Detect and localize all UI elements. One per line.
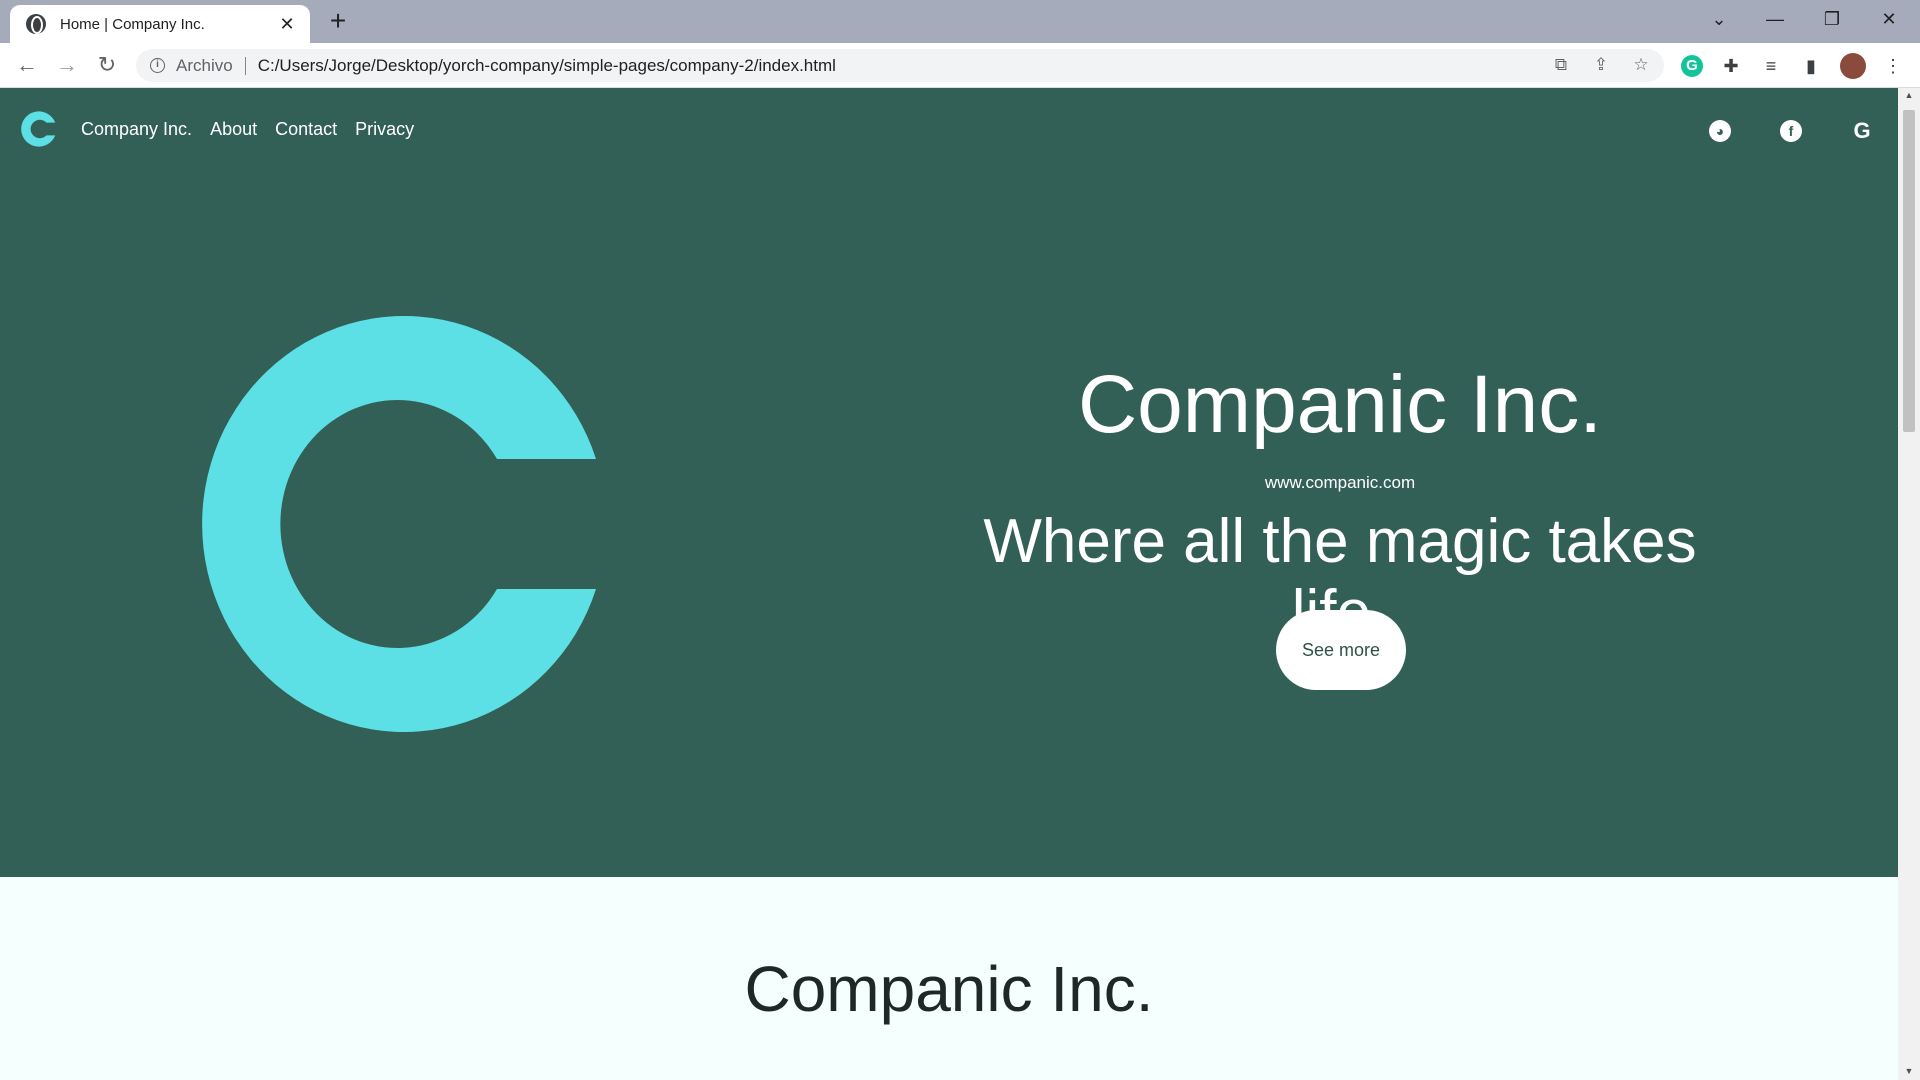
extensions-icon[interactable]: ✚ <box>1718 53 1744 79</box>
tab-title: Home | Company Inc. <box>60 15 205 33</box>
side-panel-icon[interactable]: ▮ <box>1798 53 1824 79</box>
address-bar[interactable]: i Archivo C:/Users/Jorge/Desktop/yorch-c… <box>136 49 1664 82</box>
reload-button[interactable]: ↻ <box>92 50 122 80</box>
page-scrollbar[interactable]: ▲ ▼ <box>1898 88 1920 1080</box>
info-icon[interactable]: i <box>150 58 165 73</box>
google-icon[interactable]: G <box>1851 120 1873 142</box>
company-logo[interactable] <box>20 108 60 150</box>
see-more-button[interactable]: See more <box>1276 610 1406 690</box>
scroll-up-icon[interactable]: ▲ <box>1903 90 1915 100</box>
translate-icon[interactable]: ⧉ <box>1550 54 1572 76</box>
globe-icon <box>26 14 46 34</box>
hero-url: www.companic.com <box>1264 473 1416 492</box>
new-tab-button[interactable]: + <box>324 7 352 36</box>
hero-logo <box>202 316 596 732</box>
forward-button[interactable]: → <box>52 50 82 80</box>
hero-section: Company Inc. About Contact Privacy ◕ f G… <box>0 88 1898 877</box>
nav-link-contact[interactable]: Contact <box>275 119 337 140</box>
url-text[interactable]: C:/Users/Jorge/Desktop/yorch-company/sim… <box>258 56 836 76</box>
reading-list-icon[interactable]: ≡ <box>1758 53 1784 79</box>
tab-strip: Home | Company Inc. ✕ + ⌄ — ❐ ✕ <box>0 0 1920 43</box>
restore-button[interactable]: ❐ <box>1809 4 1855 34</box>
bookmark-star-icon[interactable]: ☆ <box>1630 54 1652 76</box>
page-viewport: Company Inc. About Contact Privacy ◕ f G… <box>0 88 1898 1080</box>
github-icon[interactable]: ◕ <box>1709 120 1731 142</box>
nav-link-about[interactable]: About <box>210 119 257 140</box>
scroll-down-icon[interactable]: ▼ <box>1903 1066 1915 1076</box>
minimize-button[interactable]: — <box>1752 4 1798 34</box>
scroll-thumb[interactable] <box>1903 110 1915 432</box>
menu-icon[interactable]: ⋮ <box>1880 53 1906 79</box>
tab-search-icon[interactable]: ⌄ <box>1696 4 1742 34</box>
section-title: Companic Inc. <box>744 953 1154 1025</box>
nav-brand-link[interactable]: Company Inc. <box>81 119 192 140</box>
grammarly-icon[interactable]: G <box>1681 55 1703 77</box>
hero-title: Companic Inc. <box>1077 359 1603 450</box>
about-section: Companic Inc. <box>0 877 1898 1080</box>
scheme-label: Archivo <box>176 55 233 75</box>
profile-avatar[interactable] <box>1840 53 1866 79</box>
divider <box>244 56 246 75</box>
nav-link-privacy[interactable]: Privacy <box>355 119 414 140</box>
site-nav: Company Inc. About Contact Privacy <box>20 108 432 150</box>
browser-tab[interactable]: Home | Company Inc. ✕ <box>10 5 310 43</box>
back-button[interactable]: ← <box>12 50 42 80</box>
share-icon[interactable]: ⇪ <box>1590 54 1612 76</box>
close-tab-icon[interactable]: ✕ <box>276 13 298 35</box>
browser-toolbar: ← → ↻ i Archivo C:/Users/Jorge/Desktop/y… <box>0 43 1920 88</box>
close-window-button[interactable]: ✕ <box>1866 4 1912 34</box>
facebook-icon[interactable]: f <box>1780 120 1802 142</box>
